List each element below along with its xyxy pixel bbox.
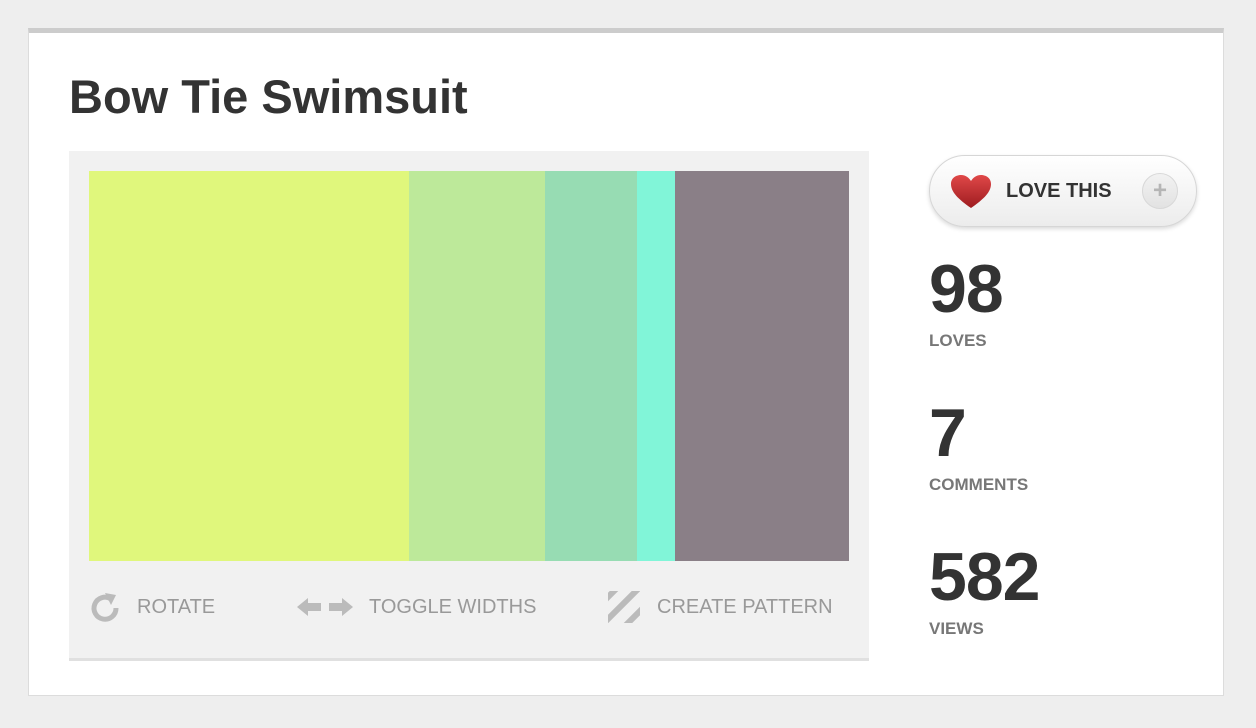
create-pattern-label: CREATE PATTERN [657,595,833,618]
plus-icon[interactable]: + [1142,173,1178,209]
comments-label: COMMENTS [929,475,1029,494]
color-swatch-1[interactable] [89,171,409,561]
color-swatch-2[interactable] [408,171,545,561]
palette-toolbar: ROTATE TOGGLE WIDTHS CREATE PATTERN [89,587,849,627]
rotate-button[interactable]: ROTATE [89,587,215,627]
page-title: Bow Tie Swimsuit [69,70,468,123]
love-this-button[interactable]: LOVE THIS + [929,155,1197,227]
color-swatch-3[interactable] [544,171,637,561]
love-this-label: LOVE THIS [1006,180,1112,202]
color-swatch-4[interactable] [636,171,675,561]
palette-card: Bow Tie Swimsuit ROTATE TOGGLE WIDTHS CR… [28,28,1224,696]
toggle-widths-label: TOGGLE WIDTHS [369,595,537,618]
toggle-widths-button[interactable]: TOGGLE WIDTHS [297,587,536,627]
comments-stat: 7 COMMENTS [929,399,1028,495]
views-label: VIEWS [929,619,984,638]
palette-panel: ROTATE TOGGLE WIDTHS CREATE PATTERN [69,151,869,661]
heart-icon [950,174,992,215]
views-count: 582 [929,539,1040,615]
create-pattern-button[interactable]: CREATE PATTERN [607,587,833,627]
color-swatch-5[interactable] [674,171,849,561]
loves-stat: 98 LOVES [929,251,1004,351]
loves-count: 98 [929,251,1004,327]
rotate-label: ROTATE [137,595,216,618]
double-arrow-icon [297,595,353,619]
color-swatches [89,171,849,561]
comments-count: 7 [929,395,967,471]
loves-label: LOVES [929,331,987,350]
stripes-icon [607,590,641,624]
views-stat: 582 VIEWS [929,539,1040,639]
rotate-icon [89,591,121,623]
